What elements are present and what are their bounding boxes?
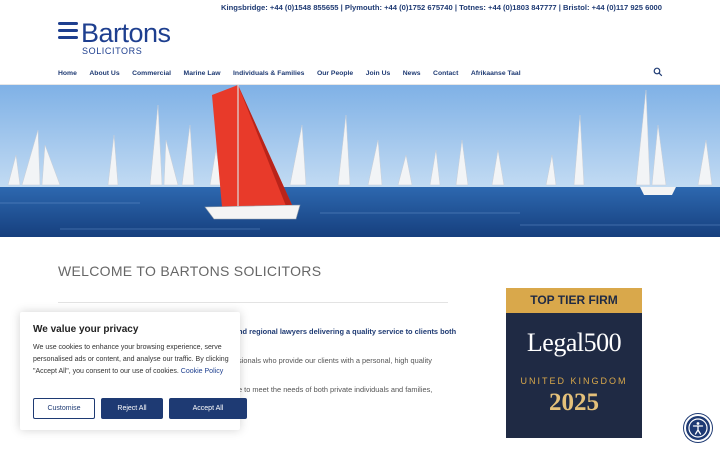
office-phone-numbers: Kingsbridge: +44 (0)1548 855655 | Plymou… xyxy=(220,3,662,12)
accessibility-button[interactable] xyxy=(684,414,712,442)
nav-our-people[interactable]: Our People xyxy=(317,70,353,77)
main-navigation: Home About Us Commercial Marine Law Indi… xyxy=(58,62,663,84)
bartons-logo[interactable]: Bartons SOLICITORS xyxy=(58,18,198,58)
welcome-heading: WELCOME TO BARTONS SOLICITORS xyxy=(58,263,322,279)
customise-button[interactable]: Customise xyxy=(33,398,95,419)
logo-brand-text: Bartons xyxy=(81,18,171,48)
intro-paragraph-3: e to meet the needs of both private indi… xyxy=(238,385,433,394)
intro-paragraph-1: nd regional lawyers delivering a quality… xyxy=(238,327,457,336)
legal500-award-badge[interactable]: TOP TIER FIRM Legal500 UNITED KINGDOM 20… xyxy=(506,288,642,438)
cookie-consent-dialog: We value your privacy We use cookies to … xyxy=(20,312,247,430)
accessibility-icon xyxy=(688,418,708,438)
nav-news[interactable]: News xyxy=(403,70,421,77)
nav-home[interactable]: Home xyxy=(58,70,77,77)
award-brand: Legal500 xyxy=(526,328,622,357)
cookie-title: We value your privacy xyxy=(33,324,139,335)
award-region: UNITED KINGDOM xyxy=(520,376,628,386)
nav-marine-law[interactable]: Marine Law xyxy=(184,70,221,77)
nav-individuals-families[interactable]: Individuals & Families xyxy=(233,70,304,77)
nav-about-us[interactable]: About Us xyxy=(89,70,119,77)
award-banner: TOP TIER FIRM xyxy=(506,288,642,313)
cookie-policy-link[interactable]: Cookie Policy xyxy=(181,368,223,375)
nav-commercial[interactable]: Commercial xyxy=(132,70,171,77)
search-icon[interactable] xyxy=(653,67,663,77)
award-year: 2025 xyxy=(549,389,599,416)
nav-join-us[interactable]: Join Us xyxy=(366,70,391,77)
intro-paragraph-2: sionals who provide our clients with a p… xyxy=(238,356,432,365)
nav-contact[interactable]: Contact xyxy=(433,70,458,77)
accept-all-button[interactable]: Accept All xyxy=(169,398,247,419)
content-divider xyxy=(58,302,448,303)
top-contact-bar: Kingsbridge: +44 (0)1548 855655 | Plymou… xyxy=(0,0,720,16)
waves-icon xyxy=(58,22,78,44)
reject-all-button[interactable]: Reject All xyxy=(101,398,163,419)
hero-sailing-image xyxy=(0,85,720,237)
cookie-description: We use cookies to enhance your browsing … xyxy=(33,342,231,378)
nav-afrikaanse-taal[interactable]: Afrikaanse Taal xyxy=(471,70,521,77)
logo-sub-text: SOLICITORS xyxy=(82,46,143,56)
